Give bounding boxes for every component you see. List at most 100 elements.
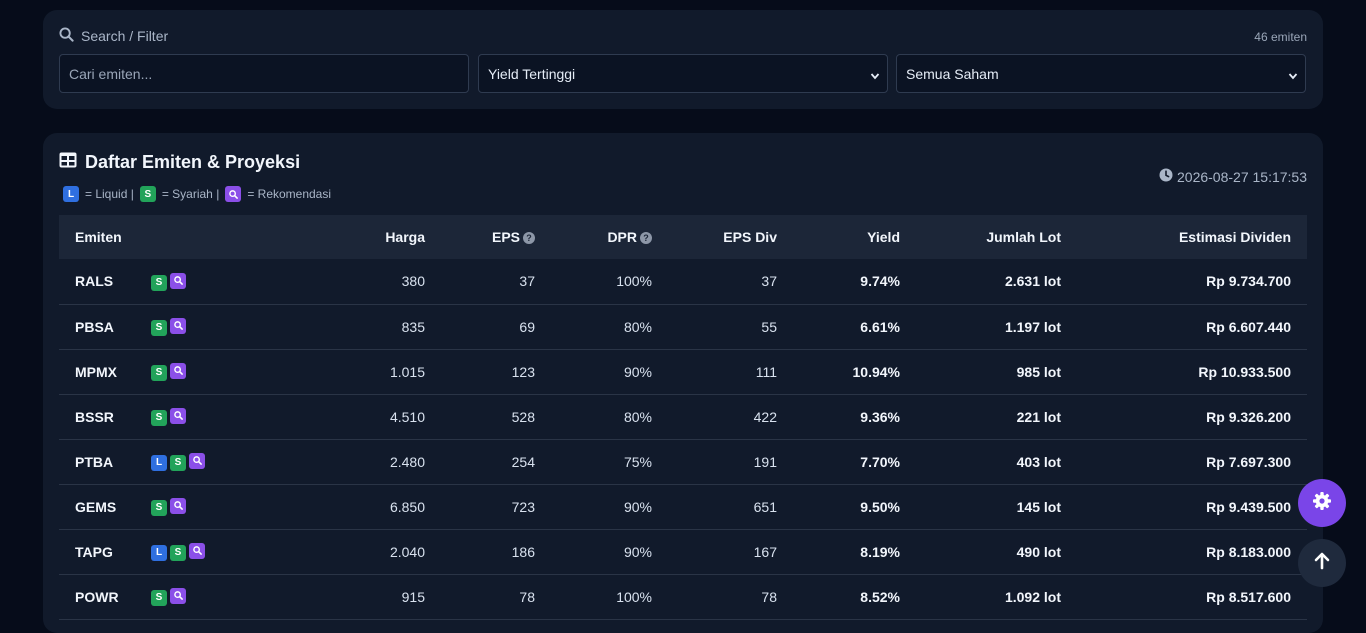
help-icon[interactable]: ? xyxy=(640,232,652,244)
jumlah-lot-cell: 403 lot xyxy=(1016,453,1061,470)
eps-div-cell: 422 xyxy=(753,408,777,425)
legend-syariah-text: = Syariah | xyxy=(161,187,220,201)
col-header-estimasi-dividen[interactable]: Estimasi Dividen xyxy=(1077,215,1307,259)
harga-cell: 6.850 xyxy=(389,498,425,515)
col-header-eps[interactable]: EPS? xyxy=(441,215,551,259)
recommendation-badge-icon xyxy=(189,452,205,469)
eps-cell: 254 xyxy=(511,453,535,470)
syariah-badge: S xyxy=(139,186,156,202)
recommendation-badge-icon xyxy=(189,542,205,559)
col-header-dpr[interactable]: DPR? xyxy=(551,215,668,259)
recommendation-badge-icon xyxy=(170,497,186,514)
emiten-code-cell: PBSA xyxy=(75,318,114,335)
yield-cell: 7.70% xyxy=(860,453,900,470)
category-select[interactable]: Semua Saham xyxy=(896,54,1306,93)
emiten-code-cell: GEMS xyxy=(75,498,117,515)
eps-div-cell: 167 xyxy=(753,543,777,560)
clock-icon xyxy=(1159,168,1173,185)
badges-cell: S xyxy=(151,349,321,394)
filter-card: Search / Filter 46 emiten Cari emiten...… xyxy=(43,10,1323,109)
liquid-badge: L xyxy=(151,454,167,471)
harga-cell: 1.015 xyxy=(389,363,425,380)
emiten-code-cell: MPMX xyxy=(75,363,117,380)
col-header-yield[interactable]: Yield xyxy=(793,215,916,259)
estimasi-dividen-cell: Rp 9.439.500 xyxy=(1206,498,1291,515)
yield-cell: 8.19% xyxy=(860,543,900,560)
syariah-badge: S xyxy=(151,589,167,606)
col-header-jumlah-lot[interactable]: Jumlah Lot xyxy=(916,215,1077,259)
col-header-eps-div[interactable]: EPS Div xyxy=(668,215,793,259)
jumlah-lot-cell: 985 lot xyxy=(1016,363,1061,380)
table-row[interactable]: POWR S 915 78 100% 78 8.52% 1.092 lot Rp 8.517.6… xyxy=(59,574,1307,619)
harga-cell: 2.040 xyxy=(389,543,425,560)
recommendation-badge-icon xyxy=(170,272,186,289)
search-input[interactable]: Cari emiten... xyxy=(59,54,469,93)
sort-select[interactable]: Yield Tertinggi xyxy=(478,54,888,93)
timestamp-text: 2026-08-27 15:17:53 xyxy=(1177,168,1307,185)
category-select-value: Semua Saham xyxy=(906,65,999,82)
estimasi-dividen-cell: Rp 8.517.600 xyxy=(1206,588,1291,605)
recommendation-badge-icon xyxy=(170,407,186,424)
liquid-badge: L xyxy=(151,544,167,561)
syariah-badge: S xyxy=(151,274,167,291)
estimasi-dividen-cell: Rp 6.607.440 xyxy=(1206,318,1291,335)
dpr-cell: 100% xyxy=(616,588,652,605)
harga-cell: 4.510 xyxy=(389,408,425,425)
table-row[interactable]: GEMS S 6.850 723 90% 651 9.50% 145 lot Rp 9.439.… xyxy=(59,484,1307,529)
estimasi-dividen-cell: Rp 8.183.000 xyxy=(1206,543,1291,560)
eps-cell: 723 xyxy=(511,498,535,515)
recommendation-badge-icon xyxy=(225,186,242,202)
eps-div-cell: 111 xyxy=(755,363,777,380)
table-row[interactable]: RALS S 380 37 100% 37 9.74% 2.631 lot Rp 9.734.7… xyxy=(59,259,1307,304)
yield-cell: 8.52% xyxy=(860,588,900,605)
table-row[interactable]: PBSA S 835 69 80% 55 6.61% 1.197 lot Rp 6.607.44… xyxy=(59,304,1307,349)
dpr-cell: 90% xyxy=(623,543,652,560)
emiten-code-cell: TAPG xyxy=(75,543,113,560)
emiten-code-cell: BSSR xyxy=(75,408,114,425)
jumlah-lot-cell: 1.197 lot xyxy=(1004,318,1061,335)
table-header-row: Emiten Harga EPS? DPR? EPS Div Yield Jum… xyxy=(59,215,1307,259)
sort-select-value: Yield Tertinggi xyxy=(488,65,576,82)
estimasi-dividen-cell: Rp 9.326.200 xyxy=(1206,408,1291,425)
liquid-badge: L xyxy=(63,186,79,202)
jumlah-lot-cell: 145 lot xyxy=(1016,498,1061,515)
badges-cell: S xyxy=(151,574,321,619)
eps-cell: 37 xyxy=(519,273,535,290)
harga-cell: 2.480 xyxy=(389,453,425,470)
col-header-emiten[interactable]: Emiten xyxy=(59,215,151,259)
table-row[interactable]: BSSR S 4.510 528 80% 422 9.36% 221 lot Rp 9.326.… xyxy=(59,394,1307,439)
harga-cell: 835 xyxy=(401,318,425,335)
syariah-badge: S xyxy=(151,409,167,426)
table-row[interactable]: TAPG L S 2.040 186 90% 167 8.19% 490 lot Rp 8.183… xyxy=(59,529,1307,574)
search-placeholder: Cari emiten... xyxy=(69,65,153,82)
section-title: Daftar Emiten & Proyeksi xyxy=(59,152,300,173)
legend-liquid-text: = Liquid | xyxy=(85,187,134,201)
eps-div-cell: 191 xyxy=(753,453,777,470)
badges-cell: S xyxy=(151,484,321,529)
chevron-down-icon xyxy=(1288,68,1298,84)
eps-cell: 78 xyxy=(519,588,535,605)
syariah-badge: S xyxy=(170,544,186,561)
dpr-cell: 90% xyxy=(623,498,652,515)
eps-cell: 186 xyxy=(511,543,535,560)
help-icon[interactable]: ? xyxy=(523,232,535,244)
emiten-code-cell: POWR xyxy=(75,588,119,605)
col-header-harga[interactable]: Harga xyxy=(321,215,441,259)
dpr-cell: 80% xyxy=(623,318,652,335)
jumlah-lot-cell: 2.631 lot xyxy=(1004,273,1061,290)
dpr-cell: 90% xyxy=(623,363,652,380)
settings-button[interactable] xyxy=(1298,479,1346,527)
last-updated: 2026-08-27 15:17:53 xyxy=(1159,168,1307,185)
eps-cell: 69 xyxy=(519,318,535,335)
arrow-up-icon xyxy=(1314,552,1330,575)
yield-cell: 6.61% xyxy=(860,318,900,335)
yield-cell: 9.36% xyxy=(860,408,900,425)
dpr-cell: 80% xyxy=(623,408,652,425)
estimasi-dividen-cell: Rp 10.933.500 xyxy=(1198,363,1291,380)
scroll-to-top-button[interactable] xyxy=(1298,539,1346,587)
dpr-cell: 75% xyxy=(623,453,652,470)
table-row[interactable]: PTBA L S 2.480 254 75% 191 7.70% 403 lot Rp 7.697… xyxy=(59,439,1307,484)
badges-cell: LS xyxy=(151,529,321,574)
table-icon xyxy=(59,152,77,173)
table-row[interactable]: MPMX S 1.015 123 90% 111 10.94% 985 lot Rp 10.93… xyxy=(59,349,1307,394)
